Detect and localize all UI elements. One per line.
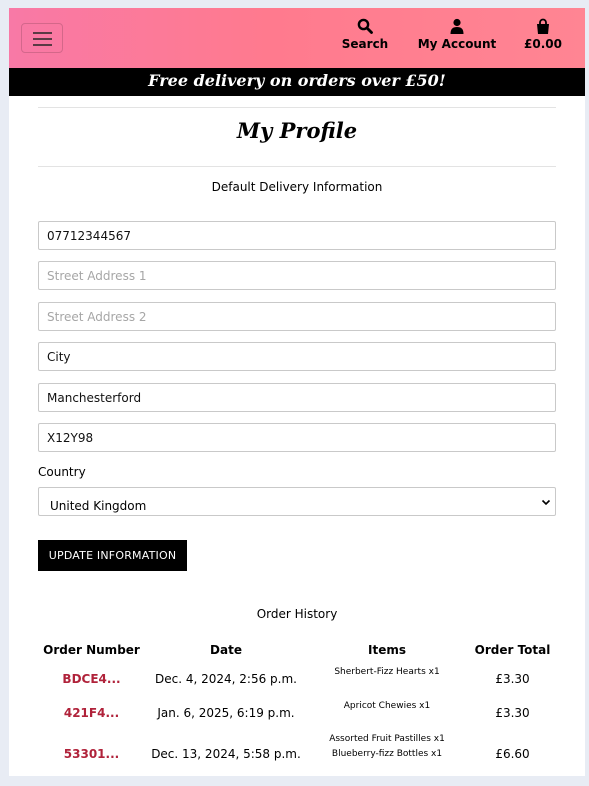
order-number-link[interactable]: 53301... xyxy=(38,747,145,761)
user-icon xyxy=(450,18,464,34)
county-field[interactable] xyxy=(38,383,556,412)
hamburger-icon[interactable] xyxy=(21,23,63,53)
country-selected-value: United Kingdom xyxy=(50,499,147,513)
column-header-order-number: Order Number xyxy=(43,643,140,657)
profile-panel: My Profile Default Delivery Information … xyxy=(9,96,585,776)
order-item: Blueberry-fizz Bottles x1 xyxy=(331,749,443,759)
divider xyxy=(38,107,556,108)
country-label: Country xyxy=(38,465,86,479)
column-header-items: Items xyxy=(368,643,406,657)
phone-number-field[interactable] xyxy=(38,221,556,250)
order-items: Sherbert-Fizz Hearts x1 xyxy=(307,665,467,680)
cart-nav-button[interactable]: £0.00 xyxy=(521,18,565,51)
column-header-order-total: Order Total xyxy=(474,643,551,657)
chevron-down-icon xyxy=(541,499,551,506)
my-account-nav-button[interactable]: My Account xyxy=(417,18,497,51)
order-date: Jan. 6, 2025, 6:19 p.m. xyxy=(157,706,295,720)
column-header-date: Date xyxy=(210,643,242,657)
postcode-field[interactable] xyxy=(38,423,556,452)
top-navbar: Search My Account £0.00 xyxy=(9,8,585,68)
street-address-1-field[interactable] xyxy=(38,261,556,290)
promo-banner: Free delivery on orders over £50! xyxy=(9,68,585,96)
order-total: £3.30 xyxy=(495,672,530,686)
delivery-info-heading: Default Delivery Information xyxy=(211,180,383,194)
cart-total-label: £0.00 xyxy=(524,37,562,51)
order-item: Sherbert-Fizz Hearts x1 xyxy=(334,667,440,677)
order-total: £3.30 xyxy=(495,706,530,720)
shopping-bag-icon xyxy=(537,18,549,34)
country-select[interactable]: United Kingdom xyxy=(38,487,556,516)
order-item: Assorted Fruit Pastilles x1 xyxy=(329,734,445,744)
divider xyxy=(38,166,556,167)
search-icon xyxy=(357,18,373,34)
order-items: Assorted Fruit Pastilles x1 Blueberry-fi… xyxy=(307,732,467,762)
update-information-button[interactable]: UPDATE INFORMATION xyxy=(38,540,187,571)
page-title: My Profile xyxy=(236,118,358,143)
order-items: Apricot Chewies x1 xyxy=(307,699,467,714)
city-field[interactable] xyxy=(38,342,556,371)
street-address-2-field[interactable] xyxy=(38,302,556,331)
order-date: Dec. 4, 2024, 2:56 p.m. xyxy=(155,672,297,686)
search-label: Search xyxy=(341,37,389,51)
order-item: Apricot Chewies x1 xyxy=(343,701,431,711)
search-nav-button[interactable]: Search xyxy=(339,18,391,51)
order-date: Dec. 13, 2024, 5:58 p.m. xyxy=(151,747,301,761)
order-total: £6.60 xyxy=(495,747,530,761)
order-history-heading: Order History xyxy=(256,607,338,621)
order-number-link[interactable]: BDCE4... xyxy=(38,672,145,686)
order-number-link[interactable]: 421F4... xyxy=(38,706,145,720)
my-account-label: My Account xyxy=(417,37,497,51)
